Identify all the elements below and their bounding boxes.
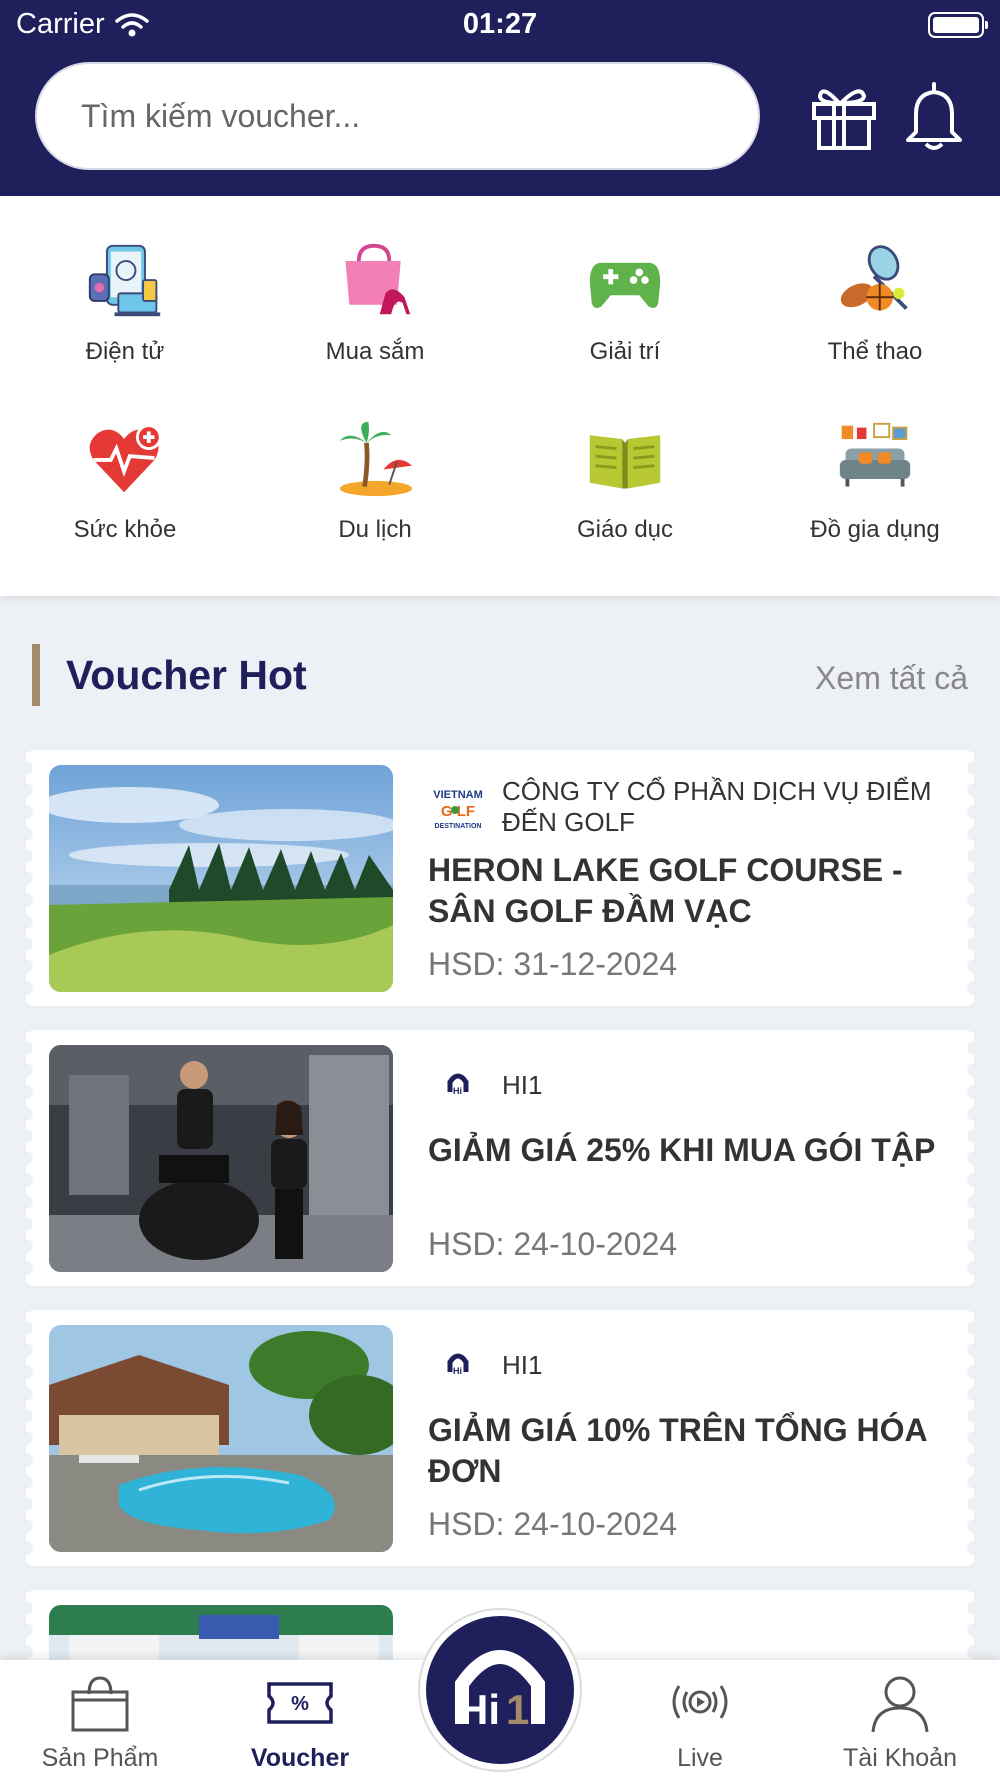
category-label: Mua sắm xyxy=(325,338,425,365)
hi1-brand-logo: Hi xyxy=(447,1353,469,1376)
category-entertainment[interactable]: Giải trí xyxy=(500,196,750,366)
sports-icon xyxy=(840,245,908,311)
svg-text:%: % xyxy=(291,1693,309,1715)
svg-text:DESTINATION: DESTINATION xyxy=(435,823,482,830)
status-bar: Carrier 01:27 xyxy=(0,0,1000,52)
category-label: Đồ gia dụng xyxy=(810,516,940,543)
category-label: Giải trí xyxy=(589,338,661,365)
category-shopping[interactable]: Mua sắm xyxy=(250,196,500,366)
voucher-icon: % xyxy=(267,1682,333,1724)
book-icon xyxy=(589,435,661,489)
category-label: Sức khỏe xyxy=(73,516,177,543)
live-icon xyxy=(672,1685,728,1719)
svg-text:Hi: Hi xyxy=(453,1086,462,1096)
nav-label: Live xyxy=(677,1744,723,1772)
bell-icon[interactable] xyxy=(898,80,970,152)
hi1-home-button[interactable]: Hi 1 xyxy=(420,1610,580,1770)
voucher-card[interactable]: VIETNAM G LF DESTINATION CÔNG TY CỔ PHẦN… xyxy=(26,750,974,1006)
search-input[interactable] xyxy=(81,64,721,168)
voucher-title: HERON LAKE GOLF COURSE - SÂN GOLF ĐẦM VẠ… xyxy=(428,852,903,929)
nav-tai-khoan[interactable]: Tài Khoản xyxy=(800,1660,1000,1778)
voucher-card[interactable]: Hi HI1 GIẢM GIÁ 25% KHI MUA GÓI TẬP HSD:… xyxy=(26,1030,974,1286)
svg-text:Hi: Hi xyxy=(453,1366,462,1376)
nav-label: Voucher xyxy=(250,1744,350,1772)
voucher-title: GIẢM GIÁ 10% TRÊN TỔNG HÓA ĐƠN xyxy=(428,1412,927,1489)
gift-icon[interactable] xyxy=(808,80,880,152)
category-label: Thể thao xyxy=(827,338,923,365)
svg-text:VIETNAM: VIETNAM xyxy=(433,789,483,801)
battery-icon xyxy=(928,12,988,38)
category-sports[interactable]: Thể thao xyxy=(750,196,1000,366)
brand-name: HI1 xyxy=(502,1350,543,1380)
beach-icon xyxy=(339,421,413,497)
nav-live[interactable]: Live xyxy=(600,1660,800,1778)
category-label: Du lịch xyxy=(338,516,412,543)
shopping-bag-icon xyxy=(345,243,411,315)
voucher-title: GIẢM GIÁ 25% KHI MUA GÓI TẬP xyxy=(428,1132,936,1168)
status-time: 01:27 xyxy=(462,8,538,40)
section-title: Voucher Hot xyxy=(66,652,307,698)
see-all-link[interactable]: Xem tất cả xyxy=(815,660,968,697)
health-heart-icon xyxy=(89,424,162,493)
voucher-card[interactable]: Hi HI1 GIẢM GIÁ 10% TRÊN TỔNG HÓA ĐƠN HS… xyxy=(26,1310,974,1566)
voucher-image xyxy=(49,1045,393,1272)
voucher-image xyxy=(49,1325,393,1552)
category-grid: Điện tử Mua sắm Giải trí Thể thao Sức kh… xyxy=(0,196,1000,596)
brand-name: CÔNG TY CỔ PHẦN DỊCH VỤ ĐIỂM ĐẾN GOLF xyxy=(502,776,932,837)
section-header: Voucher Hot Xem tất cả xyxy=(32,644,968,706)
user-icon xyxy=(871,1676,929,1733)
sofa-icon xyxy=(839,422,911,487)
search-box[interactable] xyxy=(35,62,760,170)
golf-brand-logo: VIETNAM G LF DESTINATION xyxy=(433,789,483,830)
nav-san-pham[interactable]: Sản Phẩm xyxy=(0,1660,200,1778)
section-accent-bar xyxy=(32,644,40,706)
category-travel[interactable]: Du lịch xyxy=(250,374,500,544)
app-header: Carrier 01:27 xyxy=(0,0,1000,196)
category-label: Giáo dục xyxy=(576,516,674,543)
category-label: Điện tử xyxy=(85,338,165,365)
nav-label: Tài Khoản xyxy=(843,1744,957,1772)
gamepad-icon xyxy=(589,262,661,308)
hi1-logo-icon: Hi 1 xyxy=(455,1650,545,1733)
category-home[interactable]: Đồ gia dụng xyxy=(750,374,1000,544)
voucher-expiry: HSD: 31-12-2024 xyxy=(428,946,678,982)
shopping-bag-icon xyxy=(71,1676,129,1732)
svg-text:Hi: Hi xyxy=(458,1686,500,1733)
nav-label: Sản Phẩm xyxy=(41,1744,159,1772)
nav-voucher[interactable]: % Voucher xyxy=(200,1660,400,1778)
voucher-image xyxy=(49,765,393,992)
category-health[interactable]: Sức khỏe xyxy=(0,374,250,544)
category-electronics[interactable]: Điện tử xyxy=(0,196,250,366)
category-education[interactable]: Giáo dục xyxy=(500,374,750,544)
hi1-brand-logo: Hi xyxy=(447,1073,469,1096)
brand-name: HI1 xyxy=(502,1070,543,1100)
voucher-expiry: HSD: 24-10-2024 xyxy=(428,1506,678,1542)
voucher-expiry: HSD: 24-10-2024 xyxy=(428,1226,678,1262)
svg-text:1: 1 xyxy=(506,1686,529,1733)
electronics-icon xyxy=(88,244,161,317)
